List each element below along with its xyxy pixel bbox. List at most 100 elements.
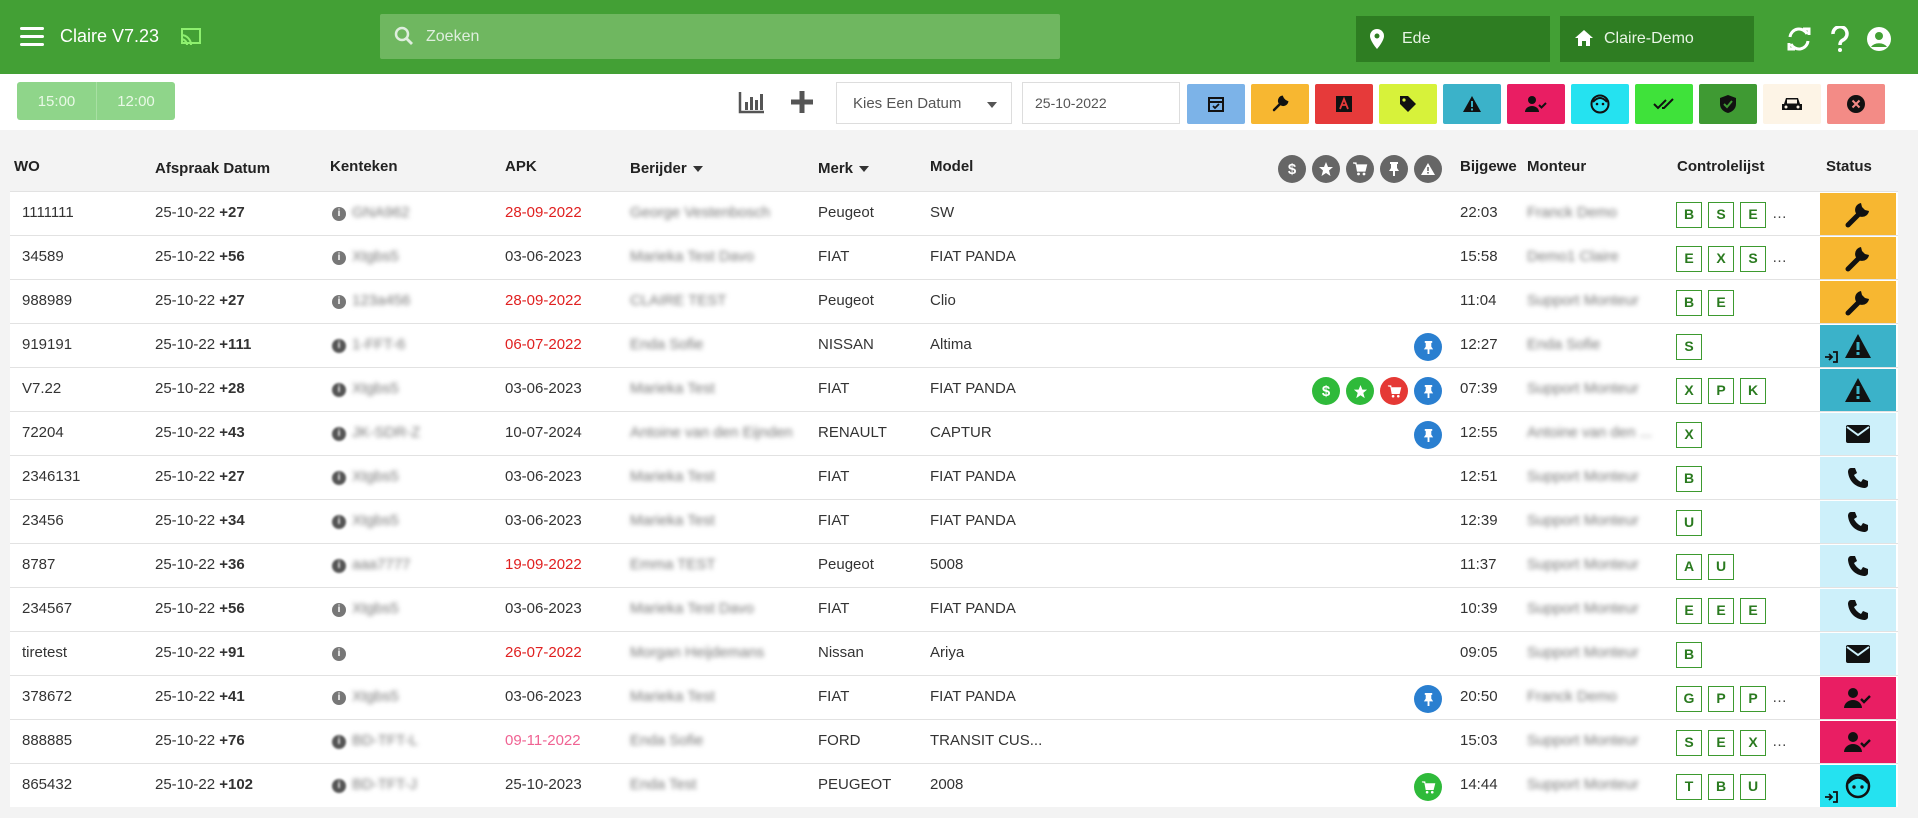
info-icon[interactable]: i xyxy=(332,427,346,441)
filter-calendar-button[interactable] xyxy=(1187,84,1245,124)
pin-icon[interactable] xyxy=(1414,333,1442,361)
status-cell[interactable] xyxy=(1820,721,1896,763)
col-header-controlelijst[interactable]: Controlelijst xyxy=(1677,158,1765,175)
checklist-badge[interactable]: B xyxy=(1676,642,1702,668)
filter-car-button[interactable] xyxy=(1763,84,1821,124)
status-cell[interactable] xyxy=(1820,325,1896,367)
status-cell[interactable] xyxy=(1820,633,1896,675)
refresh-icon[interactable] xyxy=(1786,26,1812,52)
account-icon[interactable] xyxy=(1866,26,1892,52)
star-icon[interactable] xyxy=(1346,377,1374,405)
info-icon[interactable]: i xyxy=(332,339,346,353)
col-header-kenteken[interactable]: Kenteken xyxy=(330,158,398,175)
col-header-status[interactable]: Status xyxy=(1826,158,1872,175)
checklist-badge[interactable]: E xyxy=(1708,290,1734,316)
table-row[interactable]: 865432 25-10-22 +102 i BD-TFT-J 25-10-2023 En… xyxy=(10,763,1898,807)
checklist-badge[interactable]: P xyxy=(1740,686,1766,712)
checklist-badge[interactable]: E xyxy=(1708,598,1734,624)
status-cell[interactable] xyxy=(1820,765,1896,807)
filter-shield-button[interactable] xyxy=(1699,84,1757,124)
checklist-badge[interactable]: T xyxy=(1676,774,1702,800)
pin-icon[interactable] xyxy=(1380,155,1408,183)
chart-icon[interactable] xyxy=(738,90,766,114)
filter-double-check-button[interactable] xyxy=(1635,84,1693,124)
filter-user-check-button[interactable] xyxy=(1507,84,1565,124)
checklist-badge[interactable]: B xyxy=(1676,466,1702,492)
time-button-1[interactable]: 15:00 xyxy=(17,82,96,120)
checklist-badge[interactable]: X xyxy=(1676,378,1702,404)
filter-tag-button[interactable] xyxy=(1379,84,1437,124)
checklist-badge[interactable]: G xyxy=(1676,686,1702,712)
warning-icon[interactable] xyxy=(1414,155,1442,183)
cart-icon[interactable] xyxy=(1346,155,1374,183)
checklist-badge[interactable]: X xyxy=(1708,246,1734,272)
checklist-badge[interactable]: S xyxy=(1676,730,1702,756)
col-header-merk[interactable]: Merk xyxy=(818,160,870,177)
checklist-badge[interactable]: U xyxy=(1708,554,1734,580)
date-input[interactable]: 25-10-2022 xyxy=(1022,82,1180,124)
info-icon[interactable]: i xyxy=(332,559,346,573)
status-cell[interactable] xyxy=(1820,281,1896,323)
checklist-badge[interactable]: E xyxy=(1676,598,1702,624)
table-row[interactable]: 8787 25-10-22 +36 i aaa7777 19-09-2022 Emma T… xyxy=(10,543,1898,587)
status-cell[interactable] xyxy=(1820,413,1896,455)
cast-icon[interactable] xyxy=(180,28,202,46)
info-icon[interactable]: i xyxy=(332,647,346,661)
pin-icon[interactable] xyxy=(1414,421,1442,449)
checklist-badge[interactable]: U xyxy=(1676,510,1702,536)
status-cell[interactable] xyxy=(1820,545,1896,587)
col-header-afspraak[interactable]: Afspraak Datum xyxy=(155,160,270,177)
table-row[interactable]: 234567 25-10-22 +56 i Xtgbs5 03-06-2023 Marie… xyxy=(10,587,1898,631)
company-selector[interactable]: Claire-Demo xyxy=(1560,16,1754,62)
table-row[interactable]: V7.22 25-10-22 +28 i Xtgbs5 03-06-2023 Mariek… xyxy=(10,367,1898,411)
info-icon[interactable]: i xyxy=(332,471,346,485)
table-row[interactable]: 378672 25-10-22 +41 i Xtgbs5 03-06-2023 Marie… xyxy=(10,675,1898,719)
pin-icon[interactable] xyxy=(1414,377,1442,405)
status-cell[interactable] xyxy=(1820,237,1896,279)
checklist-badge[interactable]: P xyxy=(1708,378,1734,404)
checklist-badge[interactable]: A xyxy=(1676,554,1702,580)
menu-icon[interactable] xyxy=(20,27,44,47)
star-icon[interactable] xyxy=(1312,155,1340,183)
status-cell[interactable] xyxy=(1820,193,1896,235)
cart-icon[interactable] xyxy=(1380,377,1408,405)
col-header-monteur[interactable]: Monteur xyxy=(1527,158,1586,175)
status-cell[interactable] xyxy=(1820,589,1896,631)
info-icon[interactable]: i xyxy=(332,735,346,749)
col-header-bijgewerkt[interactable]: Bijgewe xyxy=(1460,158,1517,175)
time-button-2[interactable]: 12:00 xyxy=(96,82,175,120)
search-input[interactable] xyxy=(426,14,1046,59)
checklist-badge[interactable]: B xyxy=(1708,774,1734,800)
status-cell[interactable] xyxy=(1820,501,1896,543)
filter-close-button[interactable] xyxy=(1827,84,1885,124)
info-icon[interactable]: i xyxy=(332,251,346,265)
filter-face-button[interactable] xyxy=(1571,84,1629,124)
checklist-badge[interactable]: E xyxy=(1740,598,1766,624)
dollar-icon[interactable]: $ xyxy=(1312,377,1340,405)
col-header-wo[interactable]: WO xyxy=(14,158,40,175)
checklist-badge[interactable]: B xyxy=(1676,290,1702,316)
cart-icon[interactable] xyxy=(1414,773,1442,801)
checklist-badge[interactable]: S xyxy=(1740,246,1766,272)
location-selector[interactable]: Ede xyxy=(1356,16,1550,62)
help-icon[interactable] xyxy=(1830,26,1850,52)
dollar-icon[interactable]: $ xyxy=(1278,155,1306,183)
info-icon[interactable]: i xyxy=(332,779,346,793)
info-icon[interactable]: i xyxy=(332,691,346,705)
table-row[interactable]: 72204 25-10-22 +43 i JK-SDR-Z 10-07-2024 Anto… xyxy=(10,411,1898,455)
checklist-badge[interactable]: U xyxy=(1740,774,1766,800)
checklist-badge[interactable]: E xyxy=(1708,730,1734,756)
checklist-badge[interactable]: E xyxy=(1740,202,1766,228)
table-row[interactable]: 2346131 25-10-22 +27 i Xtgbs5 03-06-2023 Mari… xyxy=(10,455,1898,499)
table-row[interactable]: 888885 25-10-22 +76 i BD-TFT-L 09-11-2022 End… xyxy=(10,719,1898,763)
info-icon[interactable]: i xyxy=(332,603,346,617)
filter-apk-button[interactable] xyxy=(1315,84,1373,124)
col-header-apk[interactable]: APK xyxy=(505,158,537,175)
status-cell[interactable] xyxy=(1820,369,1896,411)
col-header-berijder[interactable]: Berijder xyxy=(630,160,703,177)
table-row[interactable]: 988989 25-10-22 +27 i 123a456 28-09-2022 CLAI… xyxy=(10,279,1898,323)
table-row[interactable]: 919191 25-10-22 +111 i 1-FFT-6 06-07-2022 End… xyxy=(10,323,1898,367)
add-icon[interactable] xyxy=(790,90,814,114)
table-row[interactable]: 34589 25-10-22 +56 i Xtgbs5 03-06-2023 Mariek… xyxy=(10,235,1898,279)
checklist-badge[interactable]: X xyxy=(1740,730,1766,756)
